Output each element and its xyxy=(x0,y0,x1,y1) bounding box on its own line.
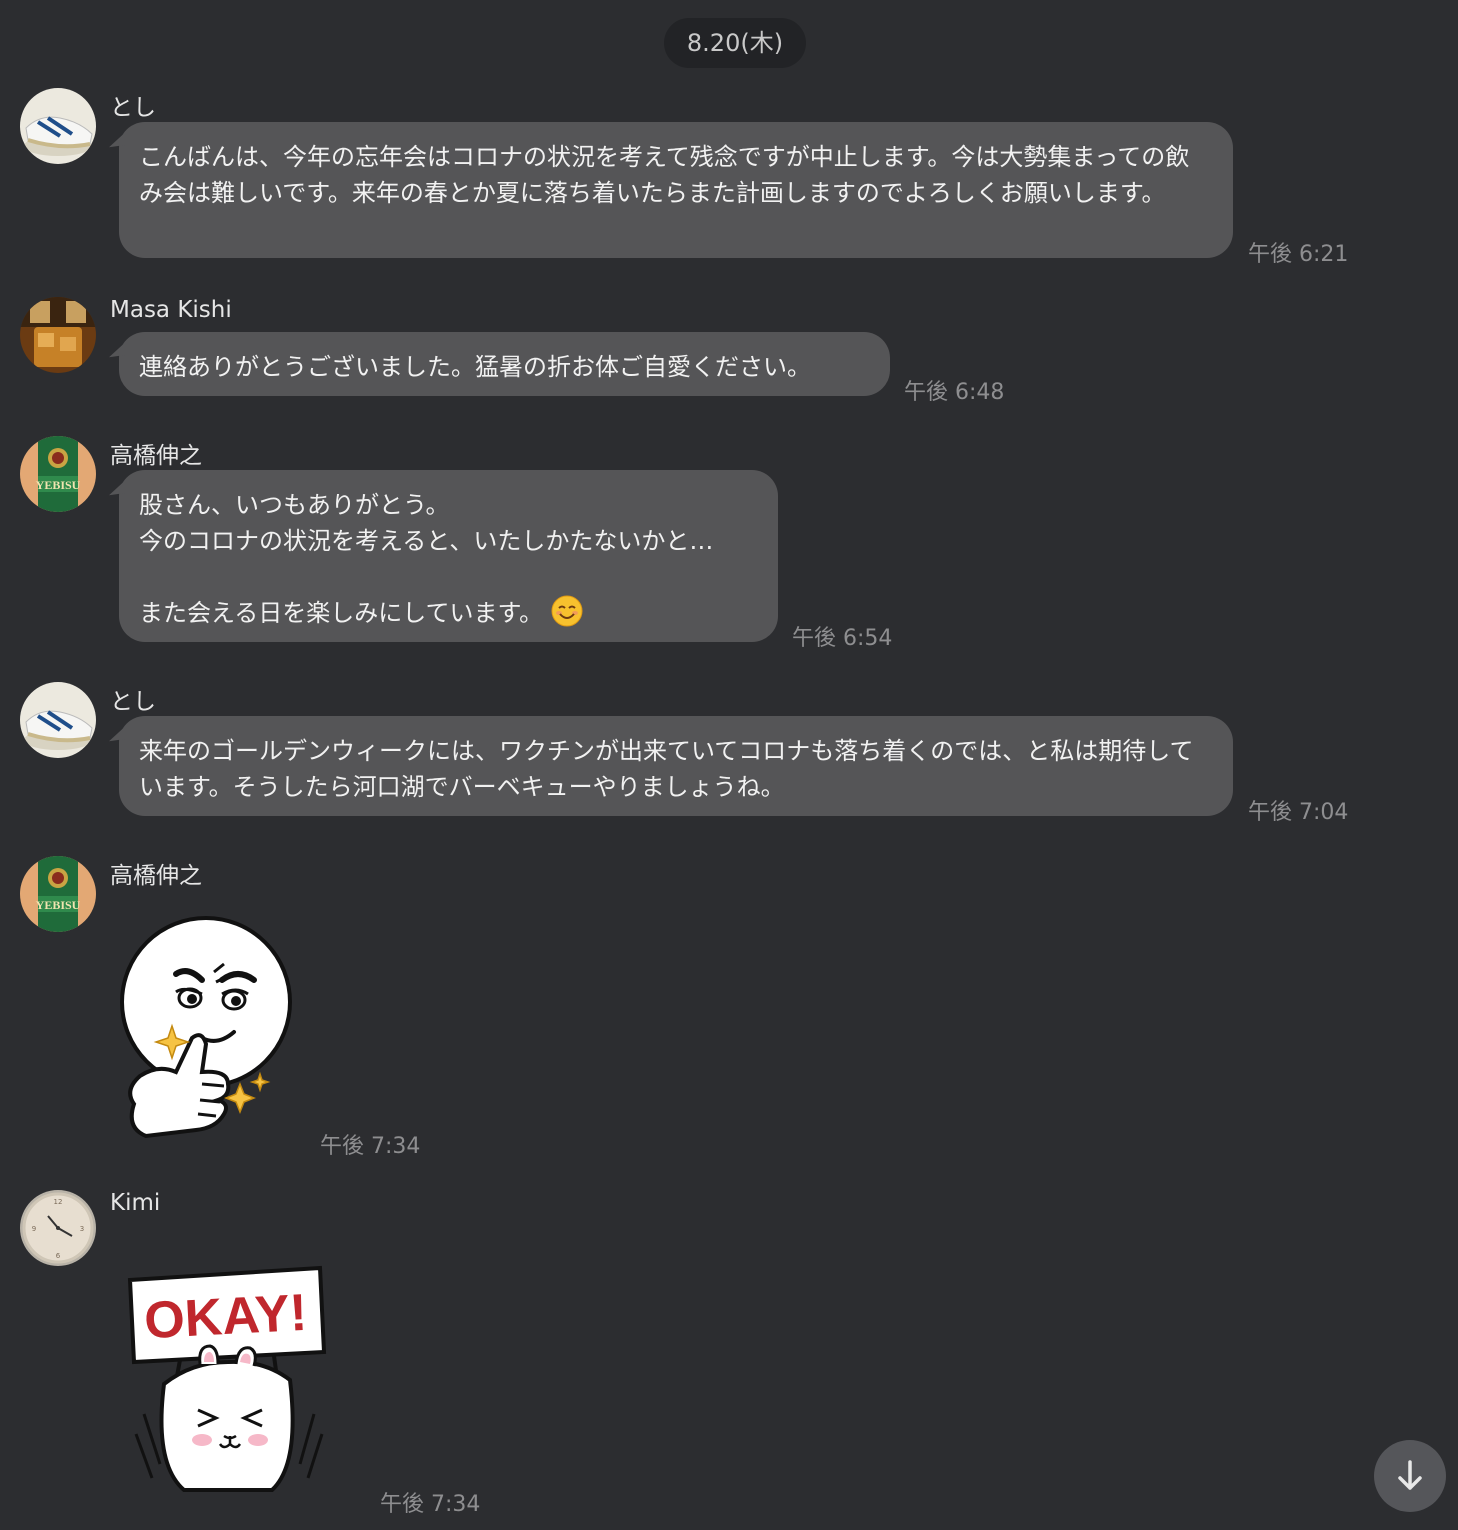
sender-name: とし xyxy=(110,95,156,121)
yebisu-beer-avatar-icon[interactable]: YEBISU xyxy=(20,436,96,512)
message-bubble[interactable]: 股さん、いつもありがとう。 今のコロナの状況を考えると、いたしかたないかと… ま… xyxy=(119,470,778,642)
sender-name: 高橋伸之 xyxy=(110,863,202,889)
arrow-down-icon xyxy=(1398,1460,1422,1490)
sender-name: とし xyxy=(110,689,156,715)
message-timestamp: 午後 7:34 xyxy=(380,1492,481,1517)
whisky-glass-avatar-icon[interactable] xyxy=(20,297,96,373)
date-separator: 8.20(木) xyxy=(664,18,806,68)
sender-name: Kimi xyxy=(110,1190,161,1216)
message-bubble[interactable]: こんばんは、今年の忘年会はコロナの状況を考えて残念ですが中止します。今は大勢集ま… xyxy=(119,122,1233,258)
smiling-face-emoji-icon xyxy=(551,595,583,627)
svg-text:6: 6 xyxy=(56,1252,61,1260)
message-timestamp: 午後 7:34 xyxy=(320,1134,421,1159)
message-bubble[interactable]: 来年のゴールデンウィークには、ワクチンが出来ていてコロナも落ち着くのでは、と私は… xyxy=(119,716,1233,816)
sticker-text: OKAY! xyxy=(143,1284,309,1350)
sender-name: 高橋伸之 xyxy=(110,443,202,469)
sneaker-avatar-icon[interactable] xyxy=(20,88,96,164)
svg-text:9: 9 xyxy=(32,1225,36,1233)
svg-text:YEBISU: YEBISU xyxy=(36,898,81,912)
cony-okay-sticker[interactable]: OKAY! xyxy=(124,1264,334,1500)
message-text: 股さん、いつもありがとう。 今のコロナの状況を考えると、いたしかたないかと… ま… xyxy=(139,491,714,627)
message-timestamp: 午後 7:04 xyxy=(1248,800,1349,825)
message-timestamp: 午後 6:21 xyxy=(1248,242,1349,267)
svg-text:3: 3 xyxy=(80,1225,84,1233)
moon-thumbs-up-sticker[interactable] xyxy=(106,914,296,1148)
message-timestamp: 午後 6:54 xyxy=(792,626,893,651)
svg-text:YEBISU: YEBISU xyxy=(36,478,81,492)
sneaker-avatar-icon[interactable] xyxy=(20,682,96,758)
message-timestamp: 午後 6:48 xyxy=(904,380,1005,405)
svg-text:12: 12 xyxy=(54,1198,63,1206)
yebisu-beer-avatar-icon[interactable]: YEBISU xyxy=(20,856,96,932)
wall-clock-avatar-icon[interactable]: 12 3 6 9 xyxy=(20,1190,96,1266)
message-bubble[interactable]: 連絡ありがとうございました。猛暑の折お体ご自愛ください。 xyxy=(119,332,890,396)
scroll-to-bottom-button[interactable] xyxy=(1374,1440,1446,1512)
sender-name: Masa Kishi xyxy=(110,297,232,323)
